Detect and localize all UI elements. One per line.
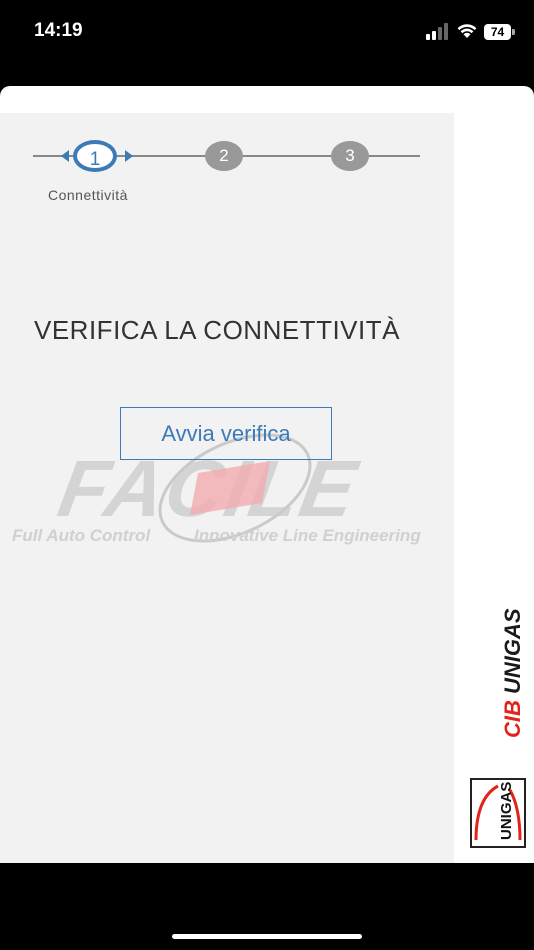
step-arrow-right-icon: [125, 150, 133, 162]
home-indicator[interactable]: [172, 934, 362, 939]
battery-level: 74: [484, 24, 511, 40]
battery-tip: [512, 29, 515, 35]
watermark-caption-right: Innovative Line Engineering: [194, 526, 421, 545]
brand-vertical: CIB UNIGAS UNIGAS: [454, 113, 534, 863]
brand-unigas: UNIGAS: [500, 608, 525, 694]
battery-icon: 74: [484, 24, 516, 40]
wifi-icon: [457, 24, 477, 38]
start-verification-button[interactable]: Avvia verifica: [120, 407, 332, 460]
badge-text: UNIGAS: [498, 781, 515, 840]
stepper: 1 2 3 Connettività: [0, 113, 454, 223]
facile-watermark-logo: FACILE Full Auto Control Innovative Line…: [0, 433, 454, 583]
signal-icon: [426, 23, 448, 40]
brand-strip: CIB UNIGAS UNIGAS: [454, 113, 534, 863]
brand-cib: CIB: [500, 700, 525, 738]
step-2[interactable]: 2: [205, 141, 243, 171]
page-title: VERIFICA LA CONNETTIVITÀ: [34, 315, 400, 345]
watermark-caption-left: Full Auto Control: [12, 526, 151, 545]
step-arrow-left-icon: [61, 150, 69, 162]
unigas-badge-logo: UNIGAS: [470, 778, 526, 848]
step-1-label: Connettività: [48, 187, 128, 203]
step-1[interactable]: 1: [73, 140, 117, 172]
status-bar: 14:19 74: [0, 0, 534, 64]
app-sheet: 1 2 3 Connettività FACILE Full Auto Cont…: [0, 86, 534, 863]
content-panel: 1 2 3 Connettività FACILE Full Auto Cont…: [0, 113, 454, 863]
step-3[interactable]: 3: [331, 141, 369, 171]
status-time: 14:19: [34, 20, 83, 41]
brand-logo-text: CIB UNIGAS: [500, 608, 526, 738]
